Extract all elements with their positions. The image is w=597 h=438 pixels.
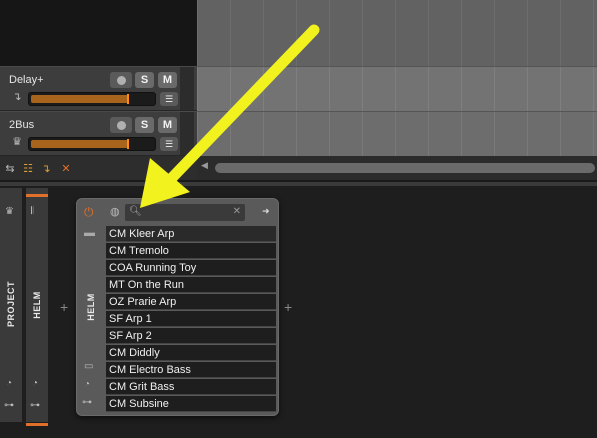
annotation-arrow-icon	[140, 24, 320, 208]
